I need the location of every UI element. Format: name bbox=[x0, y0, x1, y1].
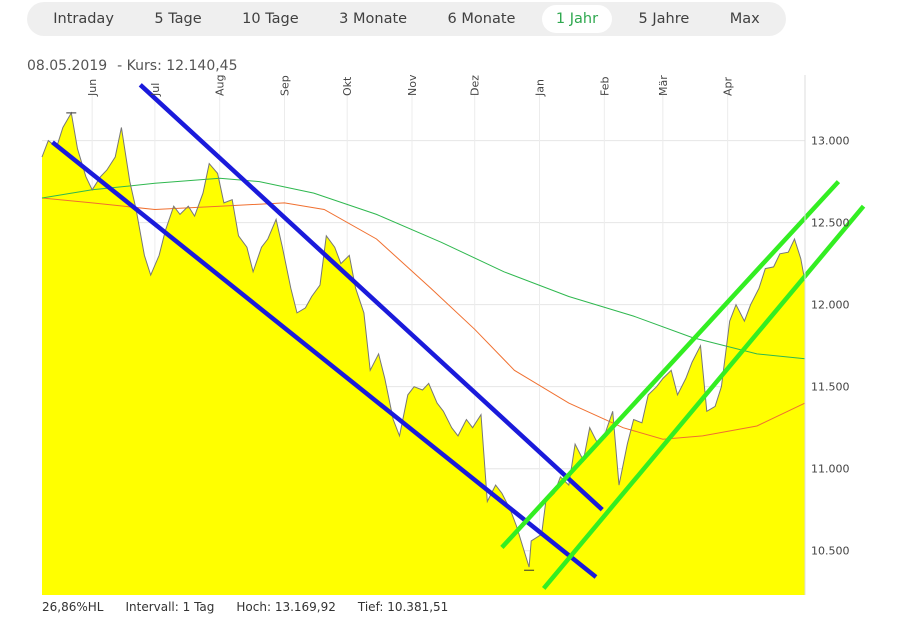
y-tick-label: 11.000 bbox=[811, 463, 850, 476]
y-tick-label: 11.500 bbox=[811, 381, 850, 394]
footer-interval: Intervall: 1 Tag bbox=[125, 600, 215, 614]
price-area bbox=[42, 112, 805, 596]
x-month-label: Aug bbox=[214, 75, 227, 96]
y-tick-label: 12.000 bbox=[811, 299, 850, 312]
x-month-label: Apr bbox=[722, 76, 735, 96]
x-month-label: Mär bbox=[657, 75, 670, 96]
footer-hoch: Hoch: 13.169,92 bbox=[236, 600, 336, 614]
chart-footer: 26,86%HL Intervall: 1 Tag Hoch: 13.169,9… bbox=[42, 600, 470, 614]
x-month-label: Sep bbox=[278, 75, 291, 96]
x-month-label: Okt bbox=[341, 76, 354, 96]
price-chart: 13.000 12.500 12.000 11.500 11.000 10.500 Jun J… bbox=[41, 74, 866, 596]
footer-tief: Tief: 10.381,51 bbox=[357, 600, 449, 614]
x-month-label: Jan bbox=[534, 79, 547, 97]
x-month-label: Dez bbox=[469, 75, 482, 96]
x-month-label: Nov bbox=[406, 74, 419, 96]
x-month-label: Feb bbox=[598, 77, 611, 96]
y-tick-label: 13.000 bbox=[811, 135, 850, 148]
x-month-label: Jul bbox=[149, 83, 162, 97]
footer-hl: 26,86%HL bbox=[42, 600, 104, 614]
x-month-label: Jun bbox=[86, 79, 99, 97]
y-tick-label: 12.500 bbox=[811, 217, 850, 230]
y-tick-label: 10.500 bbox=[811, 545, 850, 558]
